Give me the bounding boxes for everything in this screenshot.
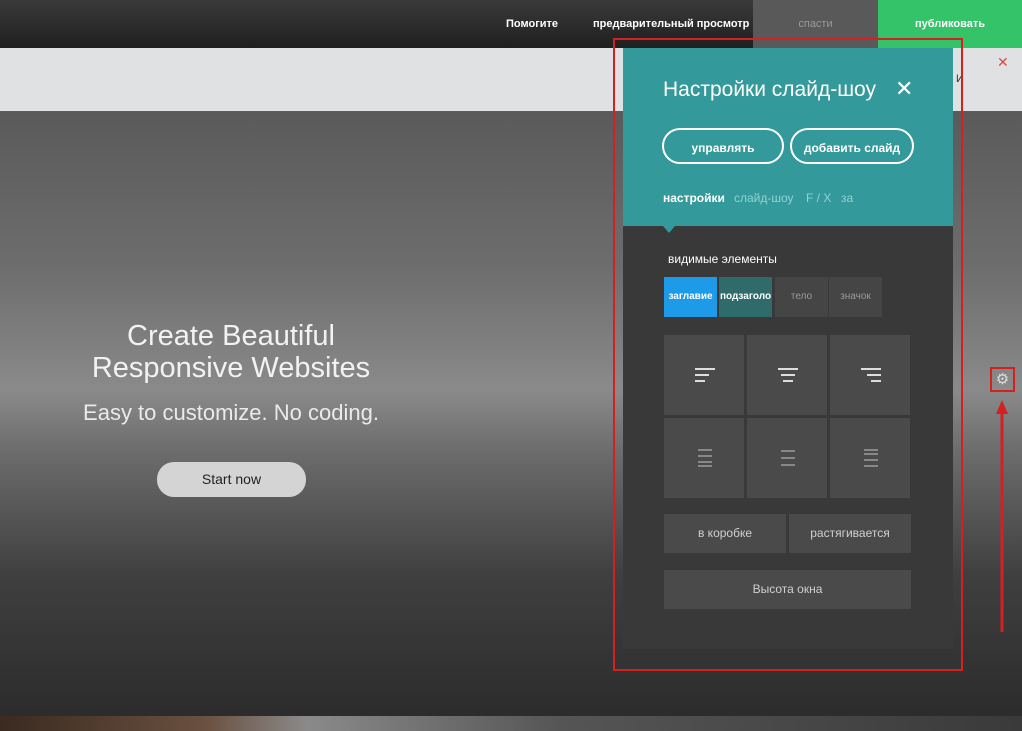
panel-header: Настройки слайд-шоу ✕ управлять добавить… (623, 48, 953, 226)
align-left-button[interactable] (664, 335, 744, 415)
valign-top-button[interactable] (664, 418, 744, 498)
start-now-button[interactable]: Start now (157, 462, 306, 497)
valign-bottom-button[interactable] (830, 418, 910, 498)
stretch-button[interactable]: растягивается (789, 514, 911, 553)
boxed-button[interactable]: в коробке (664, 514, 786, 553)
align-right-button[interactable] (830, 335, 910, 415)
annotation-arrow (996, 400, 1008, 632)
hero-title-line2: Responsive Websites (91, 352, 371, 384)
close-icon[interactable]: ✕ (895, 76, 913, 102)
add-slide-button[interactable]: добавить слайд (790, 128, 914, 164)
manage-button[interactable]: управлять (662, 128, 784, 164)
close-icon[interactable]: ✕ (997, 54, 1009, 71)
valign-middle-button[interactable] (747, 418, 827, 498)
chip-title[interactable]: заглавие (664, 277, 717, 317)
hero-subtitle: Easy to customize. No coding. (83, 400, 379, 425)
tab-fx[interactable]: F / X (806, 191, 831, 205)
window-height-button[interactable]: Высота окна (664, 570, 911, 609)
valign-top-icon (698, 449, 712, 467)
hero-bottom-image (0, 716, 1022, 731)
align-right-icon (861, 368, 881, 382)
chip-icon[interactable]: значок (829, 277, 882, 317)
tab-pointer (663, 226, 675, 233)
hero-title-line1: Create Beautiful (127, 320, 335, 352)
help-link[interactable]: Помогите (506, 0, 558, 48)
align-center-button[interactable] (747, 335, 827, 415)
visible-elements-label: видимые элементы (668, 252, 777, 266)
align-left-icon (695, 368, 715, 382)
hero-title: Create Beautiful Responsive Websites (40, 320, 422, 384)
tab-settings[interactable]: настройки (663, 191, 725, 205)
chip-subtitle[interactable]: подзаголо (719, 277, 772, 317)
valign-bottom-icon (864, 449, 878, 467)
align-center-icon (778, 368, 798, 382)
panel-title: Настройки слайд-шоу (663, 78, 877, 101)
valign-middle-icon (781, 450, 795, 466)
gear-icon[interactable]: ⚙ (990, 367, 1015, 392)
tab-slideshow[interactable]: слайд-шоу (734, 191, 794, 205)
chip-body[interactable]: тело (775, 277, 828, 317)
tab-about[interactable]: за (841, 191, 853, 205)
slideshow-settings-panel: Настройки слайд-шоу ✕ управлять добавить… (623, 48, 953, 649)
